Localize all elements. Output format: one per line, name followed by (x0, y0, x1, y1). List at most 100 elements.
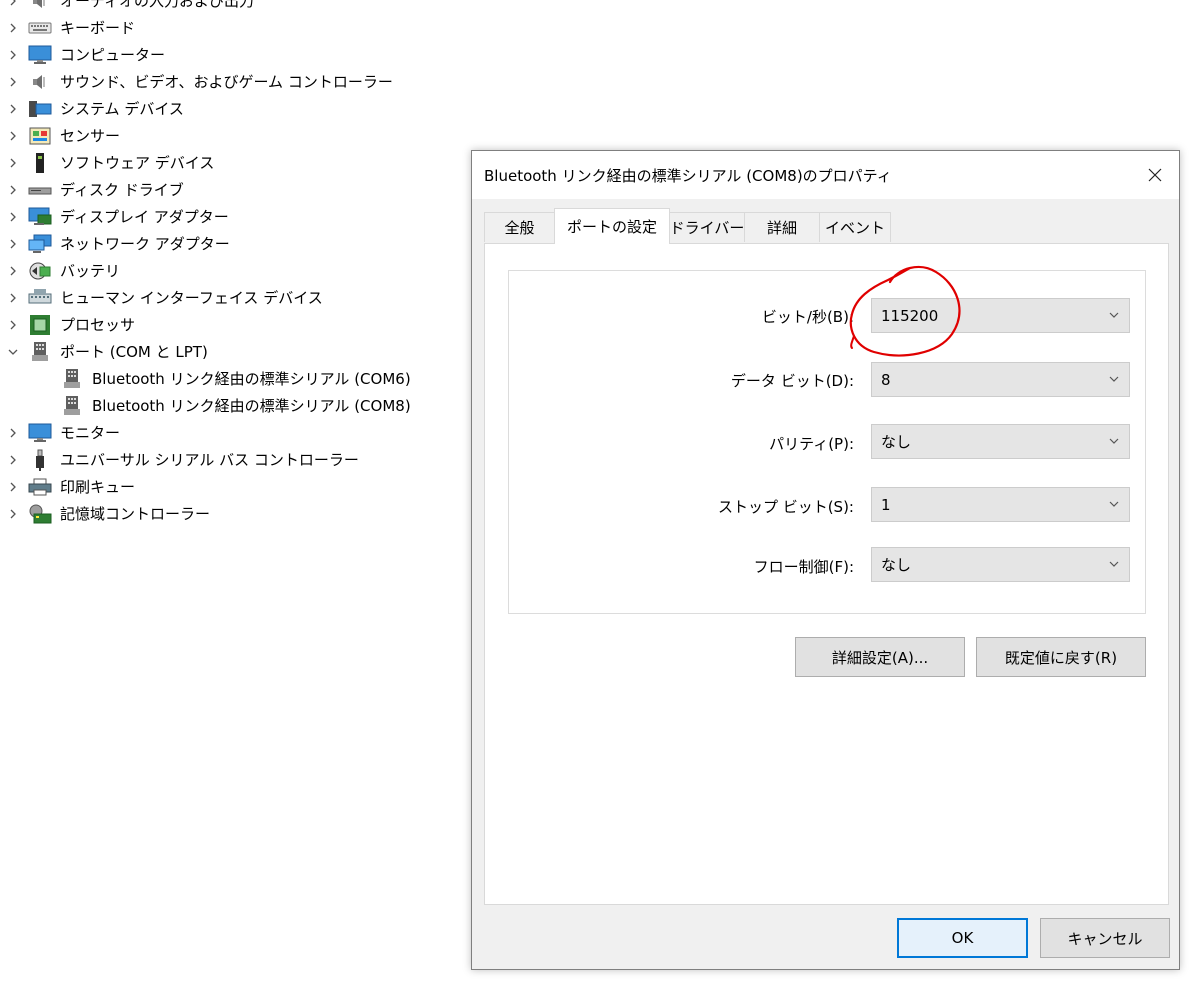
tree-item-label: Bluetooth リンク経由の標準シリアル (COM6) (92, 370, 411, 388)
flow-control-label: フロー制御(F): (753, 558, 854, 576)
tree-item-audio-io[interactable]: オーディオの入力および出力 (0, 0, 460, 14)
tree-item-label: ネットワーク アダプター (60, 235, 230, 253)
baud-rate-value: 115200 (881, 306, 939, 325)
parity-label: パリティ(P): (769, 435, 854, 453)
chevron-down-icon (1109, 312, 1119, 318)
tree-item-monitors[interactable]: モニター (0, 419, 460, 446)
data-bits-label: データ ビット(D): (730, 372, 854, 390)
tree-item-label: システム デバイス (60, 100, 184, 118)
tree-item-display-adapters[interactable]: ディスプレイ アダプター (0, 203, 460, 230)
chevron-down-icon (1109, 501, 1119, 507)
tab-details[interactable]: 詳細 (744, 212, 820, 242)
chevron-right-icon[interactable] (6, 75, 20, 89)
printer-icon (28, 477, 52, 497)
disk-drive-icon (28, 180, 52, 200)
restore-defaults-button[interactable]: 既定値に戻す(R) (976, 637, 1146, 677)
chevron-right-icon[interactable] (6, 21, 20, 35)
close-button[interactable] (1131, 151, 1179, 199)
chevron-right-icon[interactable] (6, 0, 20, 8)
network-adapter-icon (28, 234, 52, 254)
tree-item-disk-drives[interactable]: ディスク ドライブ (0, 176, 460, 203)
tree-item-sensors[interactable]: センサー (0, 122, 460, 149)
chevron-right-icon[interactable] (6, 210, 20, 224)
tree-item-sound-video-game[interactable]: サウンド、ビデオ、およびゲーム コントローラー (0, 68, 460, 95)
tree-item-print-queues[interactable]: 印刷キュー (0, 473, 460, 500)
tree-item-system-devices[interactable]: システム デバイス (0, 95, 460, 122)
flow-control-value: なし (881, 556, 912, 574)
hid-icon (28, 288, 52, 308)
sensor-icon (28, 126, 52, 146)
stop-bits-select[interactable]: 1 (871, 487, 1130, 522)
chevron-right-icon[interactable] (6, 507, 20, 521)
chevron-right-icon[interactable] (6, 183, 20, 197)
chevron-down-icon (1109, 561, 1119, 567)
computer-icon (28, 45, 52, 65)
tree-item-hid[interactable]: ヒューマン インターフェイス デバイス (0, 284, 460, 311)
baud-rate-label: ビット/秒(B): (761, 308, 854, 326)
tree-item-label: センサー (60, 127, 121, 145)
tree-item-label: ソフトウェア デバイス (60, 154, 215, 172)
chevron-right-icon[interactable] (6, 129, 20, 143)
tree-item-ports[interactable]: ポート (COM と LPT) (0, 338, 460, 365)
stop-bits-value: 1 (881, 495, 891, 514)
tree-item-storage-controllers[interactable]: 記憶域コントローラー (0, 500, 460, 527)
stop-bits-label: ストップ ビット(S): (717, 498, 854, 516)
tree-item-label: サウンド、ビデオ、およびゲーム コントローラー (60, 73, 393, 91)
tree-item-com8[interactable]: Bluetooth リンク経由の標準シリアル (COM8) (0, 392, 460, 419)
data-bits-value: 8 (881, 370, 891, 389)
storage-controller-icon (28, 504, 52, 524)
parity-select[interactable]: なし (871, 424, 1130, 459)
tree-item-keyboard[interactable]: キーボード (0, 14, 460, 41)
advanced-settings-button[interactable]: 詳細設定(A)... (795, 637, 965, 677)
tree-item-usb-controllers[interactable]: ユニバーサル シリアル バス コントローラー (0, 446, 460, 473)
chevron-down-icon[interactable] (6, 345, 20, 359)
tab-driver[interactable]: ドライバー (669, 212, 745, 242)
usb-icon (28, 449, 52, 471)
chevron-right-icon[interactable] (6, 264, 20, 278)
tree-item-label: ヒューマン インターフェイス デバイス (60, 289, 323, 307)
dialog-title: Bluetooth リンク経由の標準シリアル (COM8)のプロパティ (484, 167, 892, 185)
close-icon (1148, 168, 1162, 182)
dialog-titlebar[interactable]: Bluetooth リンク経由の標準シリアル (COM8)のプロパティ (472, 151, 1179, 199)
chevron-right-icon[interactable] (6, 426, 20, 440)
chevron-down-icon (1109, 376, 1119, 382)
chevron-right-icon[interactable] (6, 453, 20, 467)
chevron-right-icon[interactable] (6, 237, 20, 251)
tab-events[interactable]: イベント (819, 212, 891, 242)
chevron-right-icon[interactable] (6, 318, 20, 332)
tab-general[interactable]: 全般 (484, 212, 555, 242)
battery-icon (28, 261, 52, 281)
tree-item-label: 印刷キュー (60, 478, 136, 496)
tree-item-label: プロセッサ (60, 316, 136, 334)
data-bits-select[interactable]: 8 (871, 362, 1130, 397)
tree-item-label: バッテリ (60, 262, 121, 280)
processor-icon (28, 314, 52, 335)
ok-button[interactable]: OK (897, 918, 1028, 958)
parity-value: なし (881, 433, 912, 451)
tab-port-settings[interactable]: ポートの設定 (554, 208, 670, 244)
tree-item-software-devices[interactable]: ソフトウェア デバイス (0, 149, 460, 176)
tree-item-batteries[interactable]: バッテリ (0, 257, 460, 284)
tree-item-processors[interactable]: プロセッサ (0, 311, 460, 338)
chevron-down-icon (1109, 438, 1119, 444)
tree-item-com6[interactable]: Bluetooth リンク経由の標準シリアル (COM6) (0, 365, 460, 392)
chevron-right-icon[interactable] (6, 480, 20, 494)
chevron-right-icon[interactable] (6, 156, 20, 170)
baud-rate-select[interactable]: 115200 (871, 298, 1130, 333)
port-icon (60, 395, 84, 416)
chevron-right-icon[interactable] (6, 291, 20, 305)
software-device-icon (28, 152, 52, 173)
chevron-right-icon[interactable] (6, 102, 20, 116)
tree-item-label: モニター (60, 424, 121, 442)
keyboard-icon (28, 18, 52, 38)
flow-control-select[interactable]: なし (871, 547, 1130, 582)
monitor-icon (28, 423, 52, 443)
system-device-icon (28, 99, 52, 119)
chevron-right-icon[interactable] (6, 48, 20, 62)
tree-item-label: ディスプレイ アダプター (60, 208, 229, 226)
tree-item-computer[interactable]: コンピューター (0, 41, 460, 68)
tree-item-label: ディスク ドライブ (60, 181, 184, 199)
tree-item-network-adapters[interactable]: ネットワーク アダプター (0, 230, 460, 257)
cancel-button[interactable]: キャンセル (1040, 918, 1170, 958)
port-icon (60, 368, 84, 389)
